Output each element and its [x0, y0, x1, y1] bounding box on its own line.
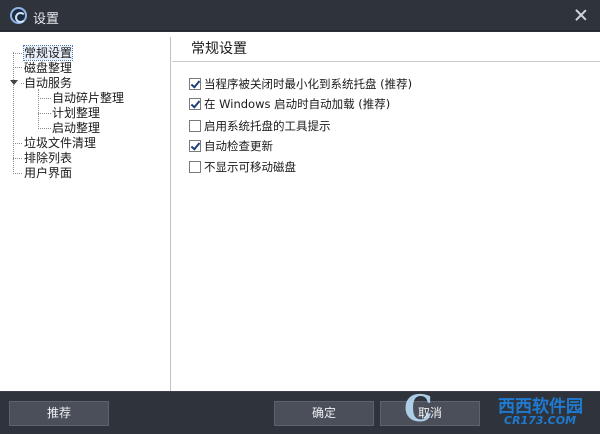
- checkbox[interactable]: [189, 98, 201, 110]
- option-hide-removable[interactable]: 不显示可移动磁盘: [189, 159, 296, 175]
- tree-line: [13, 67, 22, 68]
- window-title: 设置: [33, 12, 60, 27]
- tree-line: [38, 98, 51, 99]
- cancel-button[interactable]: 取消: [380, 401, 480, 426]
- tree-line: [13, 53, 22, 54]
- option-label: 在 Windows 启动时自动加载 (推荐): [204, 97, 391, 111]
- tree-line: [13, 143, 22, 144]
- ok-button[interactable]: 确定: [274, 401, 374, 426]
- option-label: 自动检查更新: [204, 139, 273, 153]
- option-label: 不显示可移动磁盘: [204, 160, 296, 174]
- tree-item-scheduled-defrag[interactable]: 计划整理: [52, 106, 100, 121]
- tree-line: [38, 113, 51, 114]
- recommend-button[interactable]: 推荐: [9, 401, 109, 426]
- option-label: 当程序被关闭时最小化到系统托盘 (推荐): [204, 77, 413, 91]
- tree-line: [13, 158, 22, 159]
- checkbox[interactable]: [189, 140, 201, 152]
- dialog-content: 常规设置 磁盘整理 自动服务 自动碎片整理 计划整理 启动整理 垃圾文件清理 排…: [0, 32, 600, 391]
- title-bar: 设置: [0, 0, 600, 31]
- tree-line: [13, 52, 14, 174]
- app-logo-icon: [10, 7, 27, 24]
- expand-arrow-icon[interactable]: [10, 80, 18, 85]
- option-tray-tooltips[interactable]: 启用系统托盘的工具提示: [189, 118, 331, 134]
- close-icon[interactable]: [572, 6, 590, 24]
- tree-item-auto-service[interactable]: 自动服务: [24, 76, 72, 91]
- tree-item-user-interface[interactable]: 用户界面: [24, 166, 72, 181]
- tree-line: [38, 128, 51, 129]
- tree-item-general[interactable]: 常规设置: [22, 45, 74, 61]
- settings-tree: 常规设置 磁盘整理 自动服务 自动碎片整理 计划整理 启动整理 垃圾文件清理 排…: [7, 37, 171, 391]
- tree-item-junk-cleanup[interactable]: 垃圾文件清理: [24, 136, 96, 151]
- checkbox[interactable]: [189, 161, 201, 173]
- tree-item-boot-defrag[interactable]: 启动整理: [52, 121, 100, 136]
- option-auto-update[interactable]: 自动检查更新: [189, 138, 273, 154]
- panel-title: 常规设置: [191, 41, 247, 57]
- option-minimize-to-tray[interactable]: 当程序被关闭时最小化到系统托盘 (推荐): [189, 76, 412, 92]
- tree-item-exclude-list[interactable]: 排除列表: [24, 151, 72, 166]
- panel-header: 常规设置: [172, 32, 600, 62]
- checkbox[interactable]: [189, 120, 201, 132]
- tree-line: [13, 173, 22, 174]
- tree-item-auto-defrag[interactable]: 自动碎片整理: [52, 91, 124, 106]
- option-autoload-on-startup[interactable]: 在 Windows 启动时自动加载 (推荐): [189, 96, 390, 112]
- bottom-bar: 推荐 确定 取消: [0, 391, 600, 434]
- tree-item-disk-defrag[interactable]: 磁盘整理: [24, 61, 72, 76]
- general-settings-panel: 常规设置 当程序被关闭时最小化到系统托盘 (推荐) 在 Windows 启动时自…: [172, 32, 600, 391]
- option-label: 启用系统托盘的工具提示: [204, 119, 331, 133]
- tree-line: [38, 89, 39, 129]
- checkbox[interactable]: [189, 78, 201, 90]
